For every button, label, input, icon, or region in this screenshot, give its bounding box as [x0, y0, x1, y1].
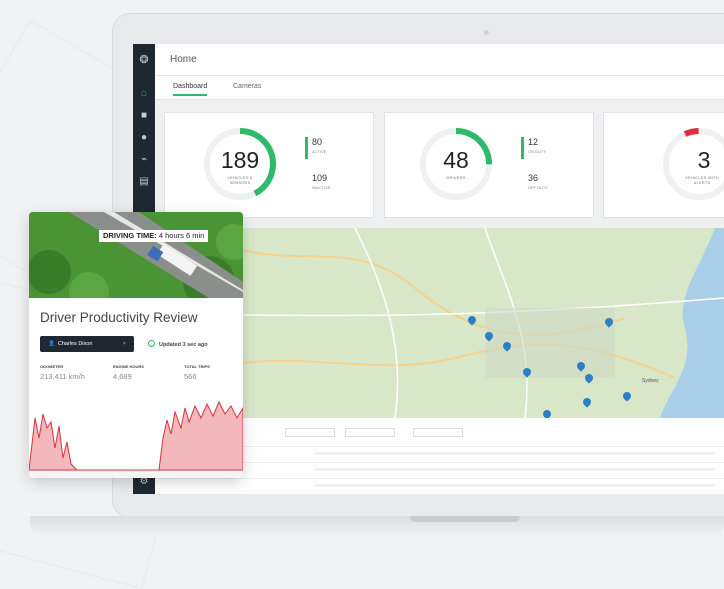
drivers-count: 48	[443, 147, 469, 173]
tab-bar: Dashboard Cameras	[155, 76, 724, 100]
map-city-label: Sydney	[642, 378, 659, 384]
driving-time-label: DRIVING TIME:	[103, 231, 157, 240]
logo-icon[interactable]: ❂	[138, 54, 150, 66]
active-label: ACTIVE	[312, 149, 327, 154]
driver-chip[interactable]: 👤 Charles Dixon ×	[40, 336, 134, 352]
alerts-card[interactable]: 3 VEHICLES WITH ALERTS	[603, 112, 724, 218]
off-duty-count: 36	[528, 173, 539, 183]
activity-chart	[29, 400, 243, 478]
user-icon: 👤	[48, 341, 55, 347]
table-row[interactable]	[315, 484, 715, 487]
road-illustration	[29, 212, 243, 298]
table-row[interactable]	[315, 452, 715, 455]
document-icon[interactable]: ▤	[138, 176, 150, 188]
active-indicator	[305, 137, 308, 159]
filter-select[interactable]	[285, 428, 335, 437]
laptop-camera	[484, 30, 489, 35]
card-title: Driver Productivity Review	[40, 310, 198, 325]
chart-icon[interactable]: ⌁	[138, 154, 150, 166]
tab-cameras[interactable]: Cameras	[233, 83, 261, 90]
on-duty-label: ON DUTY	[528, 149, 546, 154]
drivers-label: DRIVERS	[446, 175, 466, 180]
filter-select[interactable]	[345, 428, 395, 437]
odometer-label: ODOMETER	[40, 364, 64, 369]
engine-hours-value: 4,689	[113, 372, 132, 381]
group-icon[interactable]: ●	[138, 132, 150, 144]
filter-select[interactable]	[413, 428, 463, 437]
clock-icon	[148, 340, 155, 347]
laptop-notch	[410, 516, 520, 522]
off-duty-label: OFF DUTY	[528, 185, 548, 190]
page-title: Home	[170, 54, 197, 65]
on-duty-indicator	[521, 137, 524, 159]
driving-time-badge: DRIVING TIME: 4 hours 6 min	[99, 230, 209, 242]
driving-time-value: 4 hours 6 min	[158, 231, 205, 240]
inactive-label: INACTIVE	[312, 185, 331, 190]
active-count: 80	[312, 137, 323, 147]
engine-hours-label: ENGINE HOURS	[113, 364, 144, 369]
update-text: Updated 3 sec ago	[159, 342, 208, 348]
alerts-label: VEHICLES WITH ALERTS	[685, 175, 719, 185]
table-row[interactable]	[315, 468, 715, 471]
alerts-count: 3	[697, 147, 711, 173]
close-icon[interactable]: ×	[123, 336, 126, 352]
home-icon[interactable]: ⌂	[138, 88, 150, 100]
total-trips-value: 566	[184, 372, 197, 381]
on-duty-count: 12	[528, 137, 539, 147]
table-divider	[155, 478, 724, 479]
top-bar: Home	[155, 44, 724, 76]
inactive-count: 109	[312, 173, 328, 183]
update-status: Updated 3 sec ago	[148, 340, 208, 348]
laptop-base	[30, 516, 724, 534]
total-trips-label: TOTAL TRIPS	[184, 364, 210, 369]
tab-dashboard[interactable]: Dashboard	[173, 83, 208, 96]
vehicles-label: VEHICLES & SENSORS	[227, 175, 253, 185]
vehicles-count: 189	[220, 147, 260, 173]
vehicle-icon[interactable]: ■	[138, 110, 150, 122]
road-photo: DRIVING TIME: 4 hours 6 min	[29, 212, 243, 298]
odometer-value: 213,411 km/h	[40, 372, 85, 381]
drivers-card[interactable]: 48 DRIVERS 12 ON DUTY 36 OFF DUTY	[384, 112, 594, 218]
vehicles-card[interactable]: 189 VEHICLES & SENSORS 80 ACTIVE 109 INA…	[164, 112, 374, 218]
driver-name: Charles Dixon	[57, 341, 93, 347]
driver-productivity-card: DRIVING TIME: 4 hours 6 min Driver Produ…	[29, 212, 243, 478]
